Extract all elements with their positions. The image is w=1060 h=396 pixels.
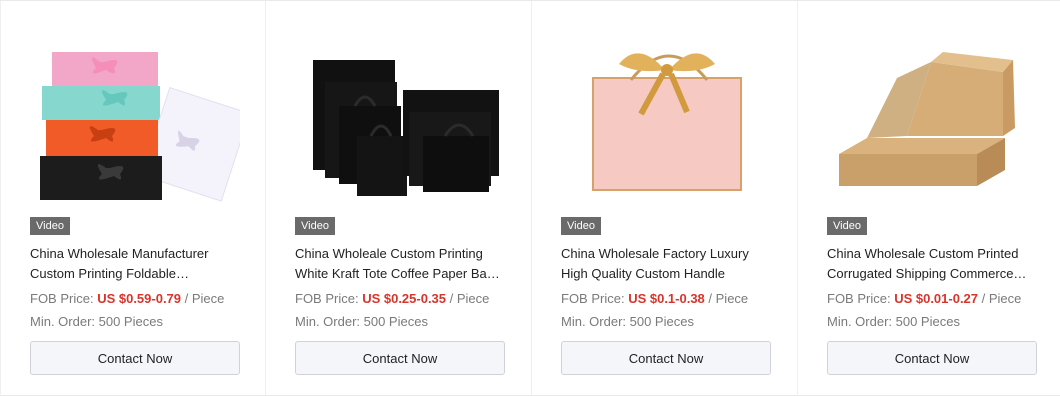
- contact-now-button[interactable]: Contact Now: [561, 341, 771, 375]
- product-image[interactable]: Video: [561, 25, 771, 235]
- product-card[interactable]: Video China Wholeale Custom Printing Whi…: [266, 1, 532, 395]
- price-unit: / Piece: [181, 291, 225, 306]
- video-badge[interactable]: Video: [827, 217, 867, 235]
- product-card[interactable]: Video China Wholesale Manufacturer Custo…: [0, 1, 266, 395]
- product-image[interactable]: Video: [827, 25, 1037, 235]
- product-card[interactable]: Video China Wholesale Custom Printed Cor…: [798, 1, 1060, 395]
- price-line: FOB Price: US $0.01-0.27 / Piece: [827, 291, 1032, 306]
- price-label: FOB Price:: [827, 291, 895, 306]
- price-value: US $0.25-0.35: [362, 291, 447, 306]
- product-title[interactable]: China Wholesale Manufacturer Custom Prin…: [30, 244, 237, 284]
- gift-boxes-icon: [40, 52, 240, 202]
- min-order: Min. Order: 500 Pieces: [30, 314, 163, 329]
- product-title[interactable]: China Wholeale Custom Printing White Kra…: [295, 244, 503, 284]
- kraft-mailer-box-icon: [839, 52, 1015, 186]
- min-order: Min. Order: 500 Pieces: [295, 314, 428, 329]
- contact-now-button[interactable]: Contact Now: [295, 341, 505, 375]
- price-unit: / Piece: [978, 291, 1022, 306]
- product-grid: Video China Wholesale Manufacturer Custo…: [0, 0, 1060, 396]
- contact-now-button[interactable]: Contact Now: [30, 341, 240, 375]
- price-value: US $0.1-0.38: [628, 291, 705, 306]
- min-order: Min. Order: 500 Pieces: [827, 314, 960, 329]
- pink-gift-bag-icon: [592, 53, 742, 191]
- price-label: FOB Price:: [30, 291, 98, 306]
- product-image[interactable]: Video: [295, 25, 505, 235]
- product-title[interactable]: China Wholesale Factory Luxury High Qual…: [561, 244, 769, 284]
- product-card[interactable]: Video China Wholesale Factory Luxury Hig…: [532, 1, 798, 395]
- price-unit: / Piece: [704, 291, 749, 306]
- min-order: Min. Order: 500 Pieces: [561, 314, 694, 329]
- video-badge[interactable]: Video: [295, 217, 335, 235]
- price-value: US $0.59-0.79: [97, 291, 182, 306]
- video-badge[interactable]: Video: [561, 217, 601, 235]
- product-title[interactable]: China Wholesale Custom Printed Corrugate…: [827, 244, 1032, 284]
- price-line: FOB Price: US $0.1-0.38 / Piece: [561, 291, 769, 306]
- price-label: FOB Price:: [561, 291, 629, 306]
- price-unit: / Piece: [446, 291, 490, 306]
- price-line: FOB Price: US $0.59-0.79 / Piece: [30, 291, 237, 306]
- price-line: FOB Price: US $0.25-0.35 / Piece: [295, 291, 503, 306]
- price-value: US $0.01-0.27: [894, 291, 979, 306]
- contact-now-button[interactable]: Contact Now: [827, 341, 1037, 375]
- paper-bags-icon: [313, 60, 499, 196]
- price-label: FOB Price:: [295, 291, 363, 306]
- video-badge[interactable]: Video: [30, 217, 70, 235]
- product-image[interactable]: Video: [30, 25, 240, 235]
